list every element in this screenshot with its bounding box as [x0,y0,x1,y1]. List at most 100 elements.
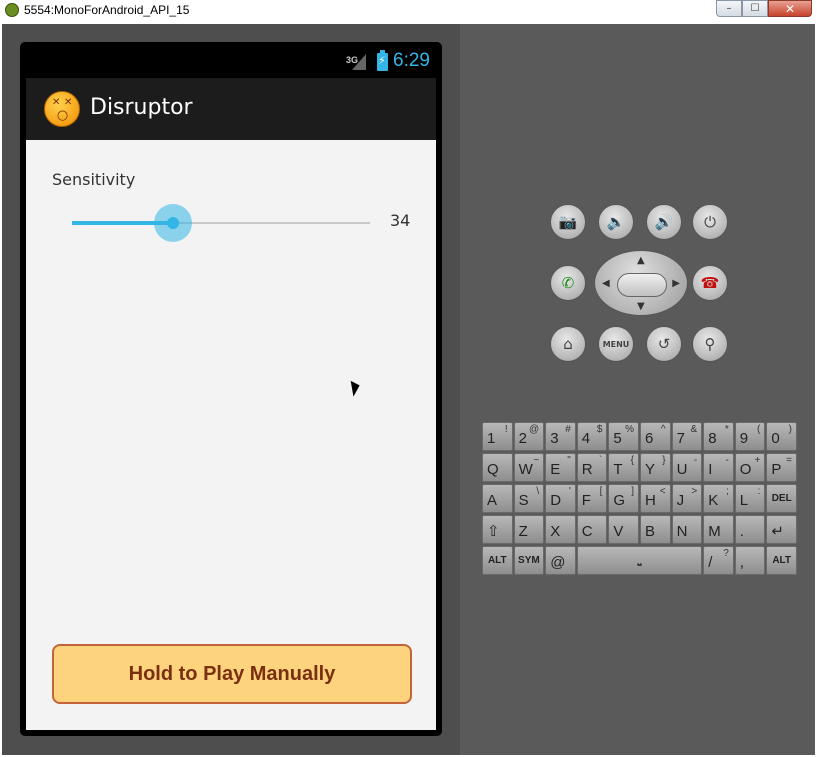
key-1-7[interactable]: I- [703,453,734,482]
key-1-0[interactable]: Q [482,453,513,482]
back-icon[interactable]: ↺ [646,326,682,362]
key-2-3[interactable]: F[ [576,484,608,513]
key-label: I [708,461,713,478]
key-2-6[interactable]: J > [671,484,703,513]
sensitivity-label: Sensitivity [52,170,136,189]
window-title: 5554:MonoForAndroid_API_15 [24,3,190,17]
key-3-0[interactable]: ⇧ [482,515,513,544]
key-1-6[interactable]: U- [671,453,703,482]
key-alt-label: ' [568,486,571,497]
key-0-2[interactable]: 3 # [545,422,576,451]
home-icon[interactable]: ⌂ [550,326,586,362]
key-1-2[interactable]: E " [545,453,576,482]
key-2-0[interactable]: A [482,484,513,513]
call-icon[interactable]: ✆ [550,265,586,301]
emulator-controls-pane: 📷 🔈 🔊 ⏻ ✆ ▲ ▼ ◀ ▶ ☎ ⌂ MENU ↺ ⚲ 1! 2 @3 #4 $5… [460,24,815,755]
dpad-center-button[interactable] [617,273,667,297]
key-4-6[interactable]: ALT [766,546,797,575]
key-3-3[interactable]: C [576,515,608,544]
camera-icon[interactable]: 📷 [550,204,586,240]
key-label: Y [645,461,656,478]
hardware-keyboard: 1! 2 @3 #4 $5% 6 ^ 7 & 8 * 9(0) Q W ~ E " R ` T{Y} U - I - O + P = A… [482,422,798,575]
key-label: S [518,492,529,509]
key-2-7[interactable]: K; [703,484,734,513]
key-2-4[interactable]: G] [608,484,639,513]
volume-up-icon[interactable]: 🔊 [646,204,682,240]
key-4-4[interactable]: /? [703,546,734,575]
key-3-5[interactable]: B [640,515,671,544]
key-3-6[interactable]: N [671,515,703,544]
power-icon[interactable]: ⏻ [692,204,728,240]
dizzy-face-icon: ✕ ✕ ○ [44,91,80,127]
key-2-9[interactable]: DEL [766,484,797,513]
menu-button[interactable]: MENU [598,326,634,362]
key-1-4[interactable]: T{ [608,453,639,482]
close-button[interactable]: ✕ [768,0,812,17]
key-0-7[interactable]: 8 * [703,422,734,451]
key-1-9[interactable]: P = [766,453,797,482]
dpad-right-icon[interactable]: ▶ [672,278,680,289]
dpad-up-icon[interactable]: ▲ [637,255,645,266]
mouse-cursor-icon [350,379,362,397]
window-titlebar: 5554:MonoForAndroid_API_15 – ☐ ✕ [0,0,817,22]
search-icon[interactable]: ⚲ [692,326,728,362]
key-label: C [581,523,593,540]
key-1-5[interactable]: Y} [640,453,671,482]
key-3-2[interactable]: X [545,515,576,544]
volume-down-icon[interactable]: 🔈 [598,204,634,240]
key-0-6[interactable]: 7 & [671,422,703,451]
key-4-5[interactable]: , [734,546,766,575]
key-alt-label: } [662,455,666,466]
key-label: W [518,461,533,478]
key-label: H [645,492,656,509]
dpad-down-icon[interactable]: ▼ [637,301,645,312]
main-content: Sensitivity 34 Hold to Play Manually [26,140,436,730]
slider-thumb[interactable] [154,204,193,242]
key-label: P [771,461,782,478]
key-alt-label: # [565,424,571,435]
key-2-8[interactable]: L: [734,484,766,513]
key-1-3[interactable]: R ` [576,453,608,482]
key-3-8[interactable]: . [734,515,766,544]
key-label: U [676,461,688,478]
key-0-8[interactable]: 9( [734,422,766,451]
key-0-3[interactable]: 4 $ [576,422,608,451]
key-label: 2 [518,430,527,447]
key-label: O [739,461,752,478]
app-title: Disruptor [90,95,193,120]
slider-thumb-dot [167,217,180,229]
key-4-2[interactable]: @ [545,546,576,575]
key-2-5[interactable]: H < [640,484,671,513]
key-label: . [739,523,744,540]
key-3-9[interactable]: ↵ [766,515,797,544]
status-bar: 3G 6:29 [26,46,436,78]
sensitivity-slider[interactable] [72,221,370,225]
hold-to-play-button[interactable]: Hold to Play Manually [52,644,412,704]
maximize-button[interactable]: ☐ [742,0,768,17]
key-2-1[interactable]: S \ [513,484,545,513]
dpad-left-icon[interactable]: ◀ [602,278,610,289]
key-2-2[interactable]: D ' [545,484,576,513]
minimize-button[interactable]: – [716,0,742,17]
key-4-0[interactable]: ALT [482,546,513,575]
key-label: Q [487,461,499,478]
key-4-3[interactable]: ⎵ [576,546,703,575]
emulator-app-icon [5,3,19,17]
key-0-0[interactable]: 1! [482,422,513,451]
key-0-9[interactable]: 0) [766,422,797,451]
key-3-4[interactable]: V [608,515,639,544]
key-3-7[interactable]: M [703,515,734,544]
key-0-4[interactable]: 5% [608,422,639,451]
key-alt-label: $ [596,424,603,435]
key-alt-label: " [567,455,571,466]
key-3-1[interactable]: Z [513,515,545,544]
dpad[interactable]: ▲ ▼ ◀ ▶ [594,250,688,316]
end-call-icon[interactable]: ☎ [692,265,728,301]
key-4-1[interactable]: SYM [513,546,545,575]
key-0-5[interactable]: 6 ^ [640,422,671,451]
key-label: 9 [739,430,749,447]
key-label: ↵ [771,523,784,540]
key-1-1[interactable]: W ~ [513,453,545,482]
key-0-1[interactable]: 2 @ [513,422,545,451]
key-1-8[interactable]: O + [734,453,766,482]
